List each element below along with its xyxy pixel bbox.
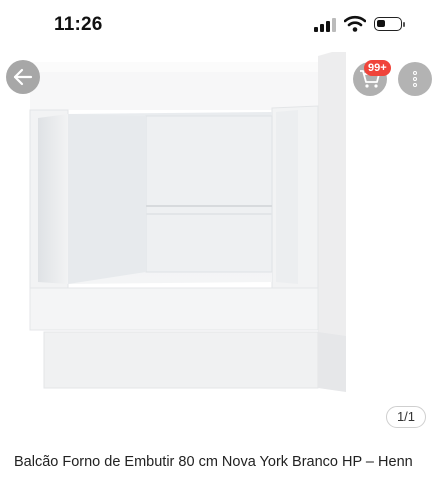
- status-bar: 11:26: [0, 0, 438, 52]
- arrow-left-icon: [13, 68, 33, 86]
- cabinet-illustration: [29, 48, 346, 392]
- cart-count-badge: 99+: [364, 60, 391, 76]
- signal-icon: [314, 18, 336, 32]
- back-button[interactable]: [6, 60, 40, 94]
- product-image[interactable]: [0, 48, 438, 432]
- image-pager: 1/1: [386, 406, 426, 428]
- more-vertical-icon: [413, 70, 417, 88]
- battery-icon: [374, 17, 405, 31]
- status-time: 11:26: [54, 14, 103, 35]
- more-options-button[interactable]: [398, 62, 432, 96]
- wifi-icon: [344, 15, 366, 32]
- product-title: Balcão Forno de Embutir 80 cm Nova York …: [14, 454, 413, 470]
